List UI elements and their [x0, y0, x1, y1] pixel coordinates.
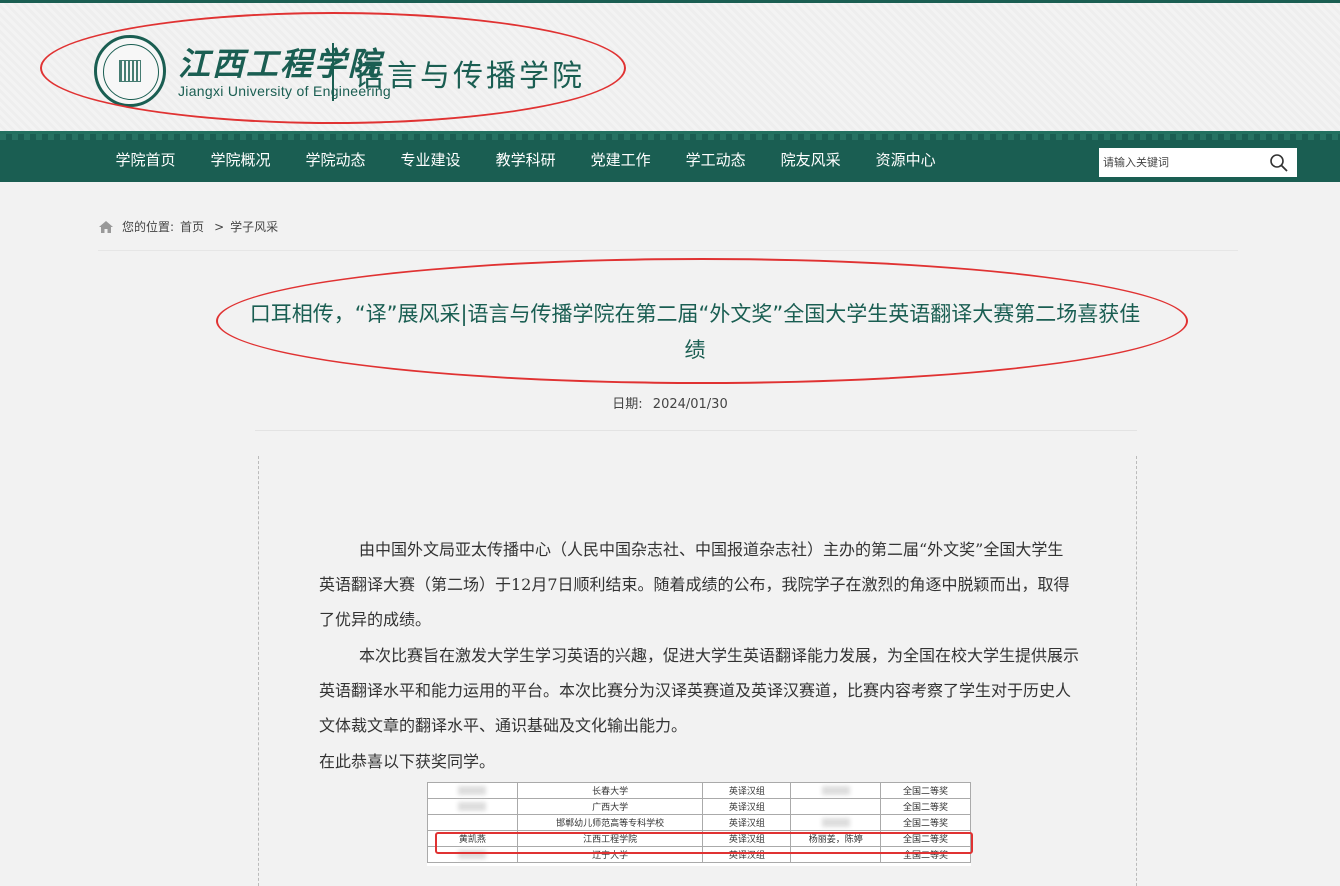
date-value: 2024/01/30	[652, 397, 728, 412]
search-icon[interactable]	[1269, 153, 1289, 173]
table-cell-school: 江西工程学院	[516, 830, 704, 847]
table-cell-school: 长春大学	[516, 782, 704, 799]
article-body: 由中国外文局亚太传播中心（人民中国杂志社、中国报道杂志社）主办的第二届“外文奖”…	[258, 456, 1137, 886]
title-divider	[255, 430, 1137, 431]
table-cell-track: 英译汉组	[702, 782, 792, 799]
table-cell-name: 黄凯燕	[427, 830, 518, 847]
table-row: 辽宁大学 英译汉组 全国二等奖	[427, 846, 971, 863]
nav-item-research[interactable]: 教学科研	[478, 149, 573, 170]
article-date: 日期: 2024/01/30	[0, 393, 1340, 412]
table-cell-award: 全国二等奖	[880, 814, 971, 831]
nav-item-alumni[interactable]: 院友风采	[763, 149, 858, 170]
nav-item-majors[interactable]: 专业建设	[383, 149, 478, 170]
table-cell-name	[427, 814, 518, 831]
table-cell-teacher	[790, 814, 882, 831]
table-cell-award: 全国二等奖	[880, 846, 971, 863]
search-box	[1099, 148, 1297, 177]
table-cell-award: 全国二等奖	[880, 830, 971, 847]
table-cell-track: 英译汉组	[702, 846, 792, 863]
table-row: 广西大学 英译汉组 全国二等奖	[427, 798, 971, 815]
table-row: 邯郸幼儿师范高等专科学校 英译汉组 全国二等奖	[427, 814, 971, 831]
nav-item-overview[interactable]: 学院概况	[193, 149, 288, 170]
table-cell-track: 英译汉组	[702, 798, 792, 815]
main-nav: 学院首页 学院概况 学院动态 专业建设 教学科研 党建工作 学工动态 院友风采 …	[0, 131, 1340, 182]
award-table: 长春大学 英译汉组 全国二等奖 广西大学 英译汉组 全国二等奖 邯郸幼儿师范高等…	[427, 782, 971, 863]
table-cell-teacher	[790, 782, 882, 799]
article-paragraph: 在此恭喜以下获奖同学。	[319, 752, 496, 771]
university-seal-icon	[94, 35, 166, 107]
article-paragraph: 本次比赛旨在激发大学生学习英语的兴趣，促进大学生英语翻译能力发展，为全国在校大学…	[319, 646, 1080, 735]
college-name: 语言与传播学院	[354, 59, 585, 94]
site-header: 江西工程学院 Jiangxi University of Engineering…	[0, 3, 1340, 131]
nav-item-resources[interactable]: 资源中心	[858, 149, 953, 170]
table-row: 长春大学 英译汉组 全国二等奖	[427, 782, 971, 799]
table-cell-name	[427, 798, 518, 815]
breadcrumb-current[interactable]: 学子风采	[230, 218, 278, 235]
table-cell-school: 辽宁大学	[516, 846, 704, 863]
article-paragraph: 由中国外文局亚太传播中心（人民中国杂志社、中国报道杂志社）主办的第二届“外文奖”…	[319, 540, 1070, 629]
table-cell-name	[427, 782, 518, 799]
breadcrumb: 您的位置: 首页 > 学子风采	[98, 218, 288, 235]
logo-divider	[332, 43, 334, 101]
nav-item-home[interactable]: 学院首页	[98, 149, 193, 170]
table-cell-track: 英译汉组	[702, 830, 792, 847]
breadcrumb-divider	[98, 250, 1238, 251]
table-cell-name	[427, 846, 518, 863]
table-cell-school: 广西大学	[516, 798, 704, 815]
table-cell-track: 英译汉组	[702, 814, 792, 831]
breadcrumb-home-link[interactable]: 首页	[180, 218, 204, 235]
nav-item-student-affairs[interactable]: 学工动态	[668, 149, 763, 170]
university-name-cn: 江西工程学院	[178, 45, 383, 83]
table-cell-teacher	[790, 798, 882, 815]
search-input[interactable]	[1099, 148, 1259, 177]
date-label: 日期:	[612, 397, 643, 412]
table-cell-award: 全国二等奖	[880, 782, 971, 799]
nav-item-party[interactable]: 党建工作	[573, 149, 668, 170]
table-row-highlighted: 黄凯燕 江西工程学院 英译汉组 杨丽姜，陈婷 全国二等奖	[427, 830, 971, 847]
home-icon	[99, 220, 113, 233]
award-table-image: 长春大学 英译汉组 全国二等奖 广西大学 英译汉组 全国二等奖 邯郸幼儿师范高等…	[427, 782, 971, 866]
table-cell-school: 邯郸幼儿师范高等专科学校	[516, 814, 704, 831]
table-cell-teacher: 杨丽姜，陈婷	[790, 830, 882, 847]
article-title: 口耳相传，“译”展风采|语言与传播学院在第二届“外文奖”全国大学生英语翻译大赛第…	[249, 302, 1141, 362]
site-logo[interactable]: 江西工程学院 Jiangxi University of Engineering…	[92, 33, 612, 107]
table-cell-teacher	[790, 846, 882, 863]
breadcrumb-separator: >	[214, 219, 225, 234]
table-cell-award: 全国二等奖	[880, 798, 971, 815]
nav-item-news[interactable]: 学院动态	[288, 149, 383, 170]
breadcrumb-label: 您的位置:	[122, 220, 175, 234]
